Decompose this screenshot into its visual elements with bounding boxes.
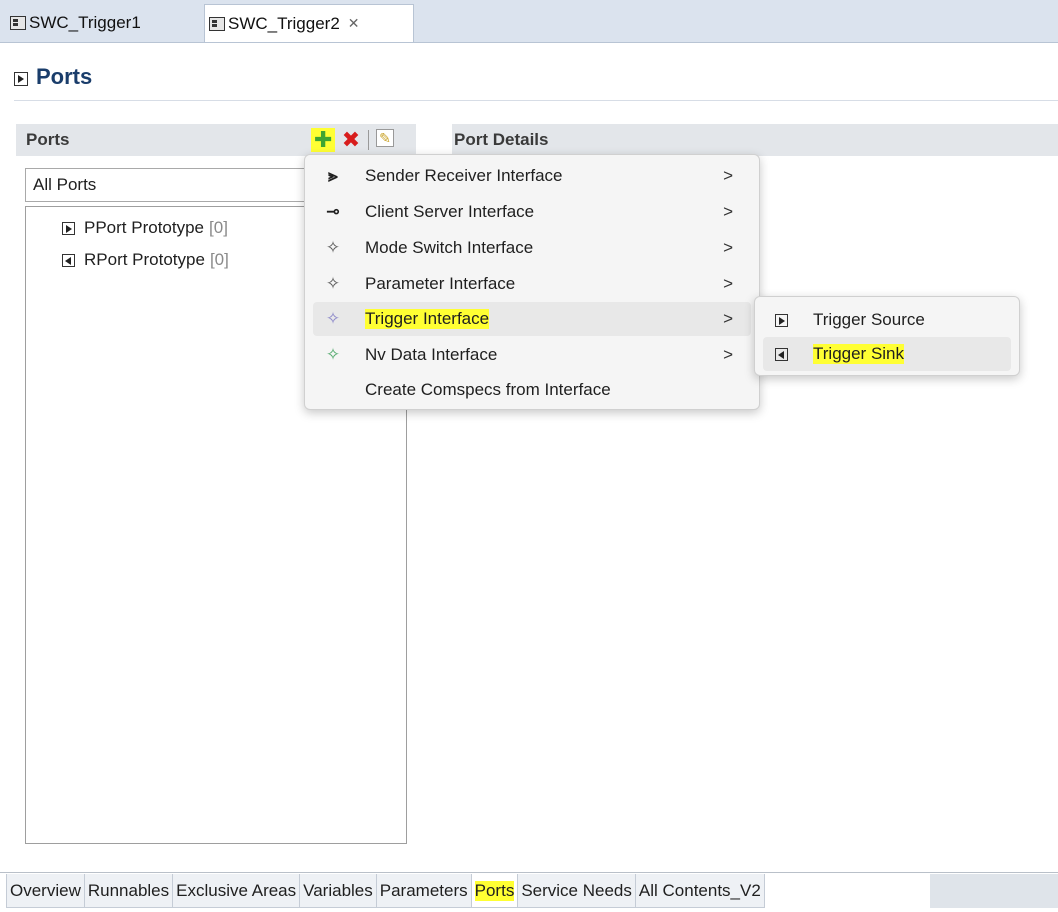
chevron-right-icon: > bbox=[723, 202, 733, 221]
editor-tab-bar: SWC_Trigger1 SWC_Trigger2 ✕ bbox=[0, 0, 1058, 43]
tab-label: Overview bbox=[10, 880, 81, 900]
menu-item-mode-switch[interactable]: ✧ Mode Switch Interface > bbox=[313, 231, 751, 265]
pport-icon bbox=[62, 221, 75, 235]
toolbar-separator bbox=[368, 130, 369, 150]
tab-service-needs[interactable]: Service Needs bbox=[517, 874, 636, 908]
delete-icon: ✖ bbox=[341, 127, 361, 152]
menu-item-nv-data[interactable]: ✧ Nv Data Interface > bbox=[313, 338, 751, 372]
edit-port-button[interactable]: ✎ bbox=[376, 129, 394, 147]
tab-variables[interactable]: Variables bbox=[299, 874, 377, 908]
edit-icon: ✎ bbox=[379, 130, 391, 146]
chevron-right-icon: > bbox=[723, 166, 733, 185]
chevron-right-icon: > bbox=[723, 238, 733, 257]
menu-item-label: Client Server Interface bbox=[365, 202, 535, 221]
ports-section-header: Ports ✚ ✖ ✎ bbox=[16, 124, 416, 156]
chevron-right-icon: > bbox=[723, 274, 733, 293]
sender-receiver-icon: ⪢ bbox=[328, 166, 338, 185]
menu-item-client-server[interactable]: ⊸ Client Server Interface > bbox=[313, 195, 751, 229]
tree-item-count: [0] bbox=[209, 250, 229, 269]
menu-item-label: Mode Switch Interface bbox=[365, 238, 534, 257]
tab-ports[interactable]: Ports bbox=[470, 874, 519, 908]
menu-item-label: Sender Receiver Interface bbox=[365, 166, 563, 185]
menu-item-create-comspecs[interactable]: Create Comspecs from Interface bbox=[313, 373, 751, 407]
chevron-right-icon: > bbox=[723, 309, 733, 328]
tab-label: Parameters bbox=[379, 880, 468, 900]
menu-item-label: Nv Data Interface bbox=[365, 345, 498, 364]
ports-section-title: Ports bbox=[26, 130, 70, 149]
add-icon: ✚ bbox=[314, 127, 333, 152]
bottom-tab-fill bbox=[930, 874, 1058, 908]
port-details-title: Port Details bbox=[454, 130, 549, 149]
menu-item-sender-receiver[interactable]: ⪢ Sender Receiver Interface > bbox=[313, 159, 751, 193]
tree-item-rport[interactable]: RPort Prototype [0] bbox=[62, 250, 229, 270]
nv-data-icon: ✧ bbox=[325, 345, 341, 364]
trigger-source-icon bbox=[775, 313, 788, 327]
add-port-button[interactable]: ✚ bbox=[311, 128, 335, 152]
tab-exclusive-areas[interactable]: Exclusive Areas bbox=[172, 874, 301, 908]
close-icon[interactable]: ✕ bbox=[348, 15, 360, 32]
tab-label: Variables bbox=[303, 880, 373, 900]
trigger-interface-submenu: Trigger Source Trigger Sink bbox=[754, 296, 1020, 376]
menu-item-label: Parameter Interface bbox=[365, 274, 516, 293]
component-icon bbox=[209, 16, 225, 31]
delete-port-button[interactable]: ✖ bbox=[341, 128, 361, 152]
editor-tab-label: SWC_Trigger1 bbox=[29, 13, 141, 32]
trigger-icon: ✧ bbox=[325, 309, 341, 328]
page-header: Ports bbox=[14, 64, 92, 90]
header-divider bbox=[14, 100, 1058, 101]
tab-label: Ports bbox=[474, 880, 515, 901]
submenu-item-trigger-source[interactable]: Trigger Source bbox=[763, 303, 1011, 337]
tab-label: Exclusive Areas bbox=[176, 880, 297, 900]
editor-tab-swc-trigger2[interactable]: SWC_Trigger2 ✕ bbox=[204, 4, 414, 42]
port-details-section-header: Port Details bbox=[452, 124, 1058, 156]
port-filter-value: All Ports bbox=[33, 175, 97, 194]
menu-item-parameter[interactable]: ✧ Parameter Interface > bbox=[313, 267, 751, 301]
submenu-item-label: Trigger Sink bbox=[813, 344, 905, 364]
tab-overview[interactable]: Overview bbox=[6, 874, 85, 908]
bottom-divider bbox=[0, 872, 1058, 873]
tab-parameters[interactable]: Parameters bbox=[375, 874, 472, 908]
tab-runnables[interactable]: Runnables bbox=[83, 874, 174, 908]
tree-item-label: PPort Prototype bbox=[84, 218, 205, 237]
menu-item-trigger[interactable]: ✧ Trigger Interface > bbox=[313, 302, 751, 336]
tab-label: All Contents_V2 bbox=[638, 880, 761, 900]
tab-label: Service Needs bbox=[521, 880, 632, 900]
editor-tab-label: SWC_Trigger2 bbox=[228, 13, 340, 33]
menu-item-label: Create Comspecs from Interface bbox=[365, 380, 611, 399]
menu-item-label: Trigger Interface bbox=[365, 309, 490, 329]
editor-page-tabs: Overview Runnables Exclusive Areas Varia… bbox=[6, 874, 765, 908]
component-icon bbox=[10, 16, 26, 30]
collapse-toggle-icon[interactable] bbox=[14, 72, 28, 86]
chevron-right-icon: > bbox=[723, 345, 733, 364]
tree-item-pport[interactable]: PPort Prototype [0] bbox=[62, 218, 228, 238]
mode-switch-icon: ✧ bbox=[325, 238, 341, 257]
tab-label: Runnables bbox=[87, 880, 170, 900]
add-port-context-menu: ⪢ Sender Receiver Interface > ⊸ Client S… bbox=[304, 154, 760, 410]
tree-item-label: RPort Prototype bbox=[84, 250, 205, 269]
page-title: Ports bbox=[36, 64, 93, 89]
editor-tab-swc-trigger1[interactable]: SWC_Trigger1 bbox=[6, 4, 198, 42]
tab-all-contents-v2[interactable]: All Contents_V2 bbox=[634, 874, 765, 908]
parameter-icon: ✧ bbox=[325, 274, 341, 293]
submenu-item-trigger-sink[interactable]: Trigger Sink bbox=[763, 337, 1011, 371]
tree-item-count: [0] bbox=[209, 218, 228, 237]
rport-icon bbox=[62, 253, 75, 267]
client-server-icon: ⊸ bbox=[325, 202, 341, 221]
port-filter-select[interactable]: All Ports bbox=[25, 168, 325, 202]
trigger-sink-icon bbox=[775, 347, 788, 361]
submenu-item-label: Trigger Source bbox=[813, 310, 925, 329]
